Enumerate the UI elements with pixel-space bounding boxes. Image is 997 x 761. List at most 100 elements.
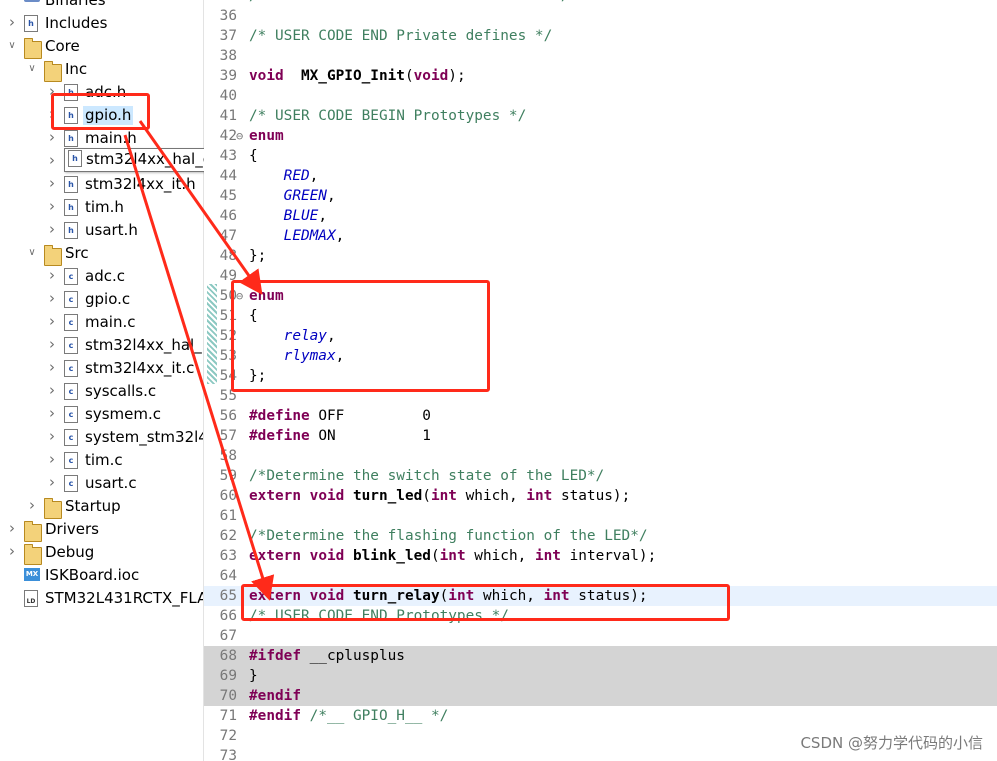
- code-line[interactable]: 71 #endif /*__ GPIO_H__ */: [204, 706, 997, 726]
- chevron-right-icon[interactable]: ›: [46, 267, 58, 283]
- tree-item-startup[interactable]: › Startup: [0, 495, 203, 519]
- tree-item-tim-c[interactable]: › c tim.c: [0, 449, 203, 472]
- code-line[interactable]: 46 BLUE,: [204, 206, 997, 226]
- tree-item-stm32l4xx-it-c[interactable]: › c stm32l4xx_it.c: [0, 357, 203, 380]
- code-line[interactable]: 40: [204, 86, 997, 106]
- tree-item-label: Binaries: [45, 0, 106, 9]
- code-line[interactable]: 62 /*Determine the flashing function of t…: [204, 526, 997, 546]
- tree-item-sysmem-c[interactable]: › c sysmem.c: [0, 403, 203, 426]
- header-file-icon: h: [64, 130, 78, 147]
- code-line[interactable]: 41 /* USER CODE BEGIN Prototypes */: [204, 106, 997, 126]
- tree-item-includes[interactable]: › h Includes: [0, 12, 203, 35]
- code-line[interactable]: 43 {: [204, 146, 997, 166]
- code-line[interactable]: 38: [204, 46, 997, 66]
- tree-item-binaries[interactable]: Binaries: [0, 0, 203, 12]
- code-line[interactable]: 60 extern void turn_led(int which, int st…: [204, 486, 997, 506]
- code-line[interactable]: 37 /* USER CODE END Private defines */: [204, 26, 997, 46]
- tree-item-stm32l431rctx-fla[interactable]: LD STM32L431RCTX_FLA: [0, 587, 203, 610]
- chevron-right-icon[interactable]: ›: [6, 14, 18, 30]
- line-number: 60: [219, 488, 237, 504]
- code-line[interactable]: 42 ⊖ enum: [204, 126, 997, 146]
- tree-item-main-h[interactable]: › h main.h: [0, 127, 203, 150]
- tree-item-usart-h[interactable]: › h usart.h: [0, 219, 203, 242]
- code-line[interactable]: 39 void MX_GPIO_Init(void);: [204, 66, 997, 86]
- code-text: extern void blink_led(int which, int int…: [249, 546, 656, 566]
- tree-item-tim-h[interactable]: › h tim.h: [0, 196, 203, 219]
- code-line[interactable]: 58: [204, 446, 997, 466]
- chevron-right-icon[interactable]: ›: [46, 221, 58, 237]
- tree-item-stm32l4xx-it-h[interactable]: › h stm32l4xx_it.h: [0, 173, 203, 196]
- tree-item-label: tim.h: [85, 198, 124, 216]
- code-line[interactable]: 44 RED,: [204, 166, 997, 186]
- code-token: enum: [249, 128, 284, 144]
- chevron-right-icon[interactable]: ›: [26, 497, 38, 513]
- code-line[interactable]: 57 #define ON 1: [204, 426, 997, 446]
- code-line[interactable]: 36: [204, 6, 997, 26]
- tree-item-usart-c[interactable]: › c usart.c: [0, 472, 203, 495]
- code-line[interactable]: 56 #define OFF 0: [204, 406, 997, 426]
- code-token: __cplusplus: [300, 648, 405, 664]
- code-line[interactable]: 69}: [204, 666, 997, 686]
- tree-item-src[interactable]: ∨ Src: [0, 242, 203, 266]
- tree-item-adc-c[interactable]: › c adc.c: [0, 265, 203, 288]
- tree-item-label: stm32l4xx_it.h: [85, 175, 196, 193]
- code-line[interactable]: 47 LEDMAX,: [204, 226, 997, 246]
- binaries-icon: [24, 0, 40, 2]
- tree-item-main-c[interactable]: › c main.c: [0, 311, 203, 334]
- code-token: GREEN: [283, 188, 327, 204]
- tree-item-label: Includes: [45, 14, 108, 32]
- chevron-right-icon[interactable]: ›: [46, 405, 58, 421]
- code-line[interactable]: 70 #endif: [204, 686, 997, 706]
- line-number: 64: [219, 568, 237, 584]
- chevron-right-icon[interactable]: ›: [46, 474, 58, 490]
- line-number: 61: [219, 508, 237, 524]
- tree-item-system-stm32l4[interactable]: › c system_stm32l4: [0, 426, 203, 449]
- code-token: (: [422, 488, 431, 504]
- chevron-right-icon[interactable]: ›: [46, 451, 58, 467]
- chevron-right-icon[interactable]: ›: [46, 313, 58, 329]
- c-file-icon: c: [64, 452, 78, 469]
- tree-item-label: stm32l4xx_hal_m: [85, 336, 203, 354]
- chevron-right-icon[interactable]: ›: [46, 290, 58, 306]
- chevron-right-icon[interactable]: ›: [6, 543, 18, 559]
- chevron-right-icon[interactable]: ›: [6, 520, 18, 536]
- tree-item-label: main.h: [85, 129, 137, 147]
- tree-item-label: usart.c: [85, 474, 137, 492]
- chevron-right-icon[interactable]: ›: [46, 382, 58, 398]
- line-number: 73: [219, 748, 237, 761]
- chevron-right-icon[interactable]: ›: [46, 175, 58, 191]
- code-line[interactable]: 61: [204, 506, 997, 526]
- tree-item-core[interactable]: ∨ Core: [0, 35, 203, 59]
- chevron-right-icon[interactable]: ›: [46, 359, 58, 375]
- chevron-down-icon[interactable]: ∨: [6, 40, 18, 52]
- c-file-icon: c: [64, 291, 78, 308]
- tree-item-iskboard-ioc[interactable]: MX ISKBoard.ioc: [0, 564, 203, 587]
- tree-item-drivers[interactable]: › Drivers: [0, 518, 203, 542]
- code-token: void: [413, 68, 449, 84]
- code-line[interactable]: 67: [204, 626, 997, 646]
- chevron-right-icon[interactable]: ›: [46, 152, 58, 168]
- chevron-right-icon[interactable]: ›: [46, 129, 58, 145]
- code-line[interactable]: 68 #ifdef __cplusplus: [204, 646, 997, 666]
- tree-item-debug[interactable]: › Debug: [0, 541, 203, 565]
- chevron-down-icon[interactable]: ∨: [26, 247, 38, 259]
- line-number: 62: [219, 528, 237, 544]
- chevron-right-icon[interactable]: ›: [46, 336, 58, 352]
- tree-item-stm32l4xx-hal-m[interactable]: › c stm32l4xx_hal_m: [0, 334, 203, 357]
- chevron-right-icon[interactable]: ›: [46, 198, 58, 214]
- chevron-down-icon[interactable]: ∨: [26, 63, 38, 75]
- tree-item-label: Inc: [65, 60, 88, 78]
- tree-item-syscalls-c[interactable]: › c syscalls.c: [0, 380, 203, 403]
- code-line[interactable]: 59 /*Determine the switch state of the LE…: [204, 466, 997, 486]
- code-line[interactable]: 48};: [204, 246, 997, 266]
- code-line[interactable]: 45 GREEN,: [204, 186, 997, 206]
- tree-item-gpio-c[interactable]: › c gpio.c: [0, 288, 203, 311]
- fold-toggle-icon[interactable]: ⊖: [236, 126, 243, 146]
- chevron-right-icon[interactable]: ›: [46, 428, 58, 444]
- linker-file-icon: LD: [24, 590, 38, 607]
- code-line[interactable]: 63 extern void blink_led(int which, int i…: [204, 546, 997, 566]
- tree-item-inc[interactable]: ∨ Inc: [0, 58, 203, 82]
- tree-item-label: gpio.c: [85, 290, 131, 308]
- code-line[interactable]: 64: [204, 566, 997, 586]
